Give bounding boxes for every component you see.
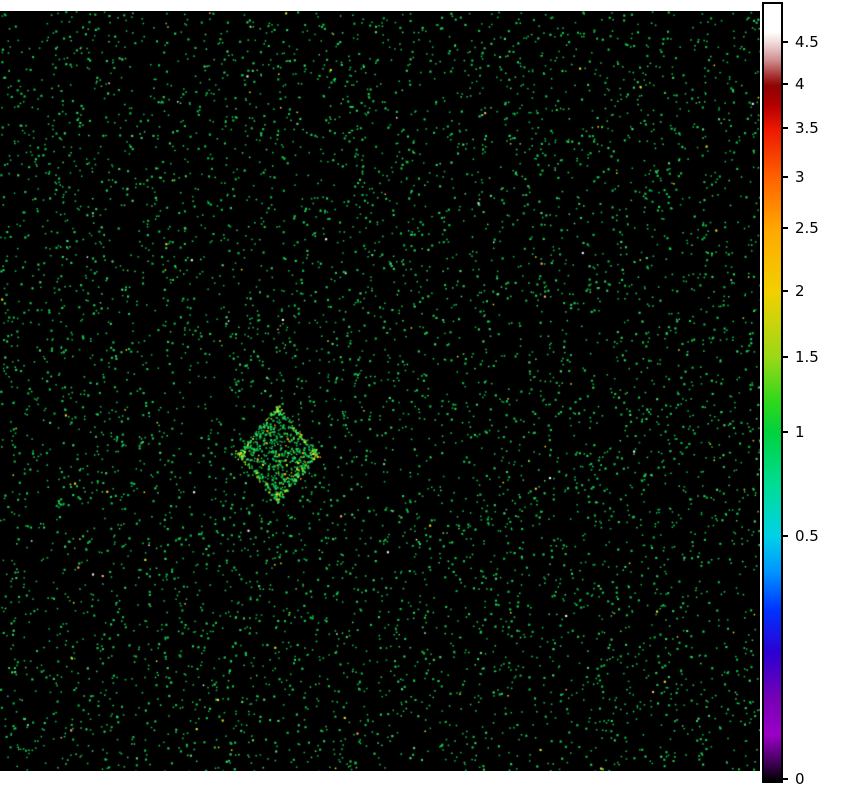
- colorbar-tick: [783, 227, 788, 229]
- colorbar-tick-label: 3.5: [795, 119, 819, 137]
- colorbar-tick: [783, 83, 788, 85]
- heatmap-plot: [0, 11, 760, 771]
- colorbar-tick-label: 1: [795, 423, 805, 441]
- figure: 4.5 4 3.5 3 2.5 2 1.5 1 0.5 0: [0, 0, 868, 788]
- colorbar-tick-label: 3: [795, 168, 805, 186]
- colorbar-tick: [783, 41, 788, 43]
- colorbar-tick: [783, 431, 788, 433]
- colorbar-tick: [783, 290, 788, 292]
- colorbar-tick: [783, 778, 788, 780]
- colorbar-tick-label: 0: [795, 770, 805, 788]
- colorbar-tick: [783, 127, 788, 129]
- colorbar-tick: [783, 535, 788, 537]
- colorbar-tick-label: 1.5: [795, 348, 819, 366]
- colorbar-tick-label: 2: [795, 282, 805, 300]
- colorbar-tick-label: 4: [795, 75, 805, 93]
- colorbar-tick-label: 0.5: [795, 527, 819, 545]
- colorbar-tick: [783, 356, 788, 358]
- colorbar-tick-label: 2.5: [795, 219, 819, 237]
- colorbar: [762, 2, 783, 783]
- colorbar-tick: [783, 176, 788, 178]
- colorbar-tick-label: 4.5: [795, 33, 819, 51]
- colorbar-gradient: [764, 4, 781, 781]
